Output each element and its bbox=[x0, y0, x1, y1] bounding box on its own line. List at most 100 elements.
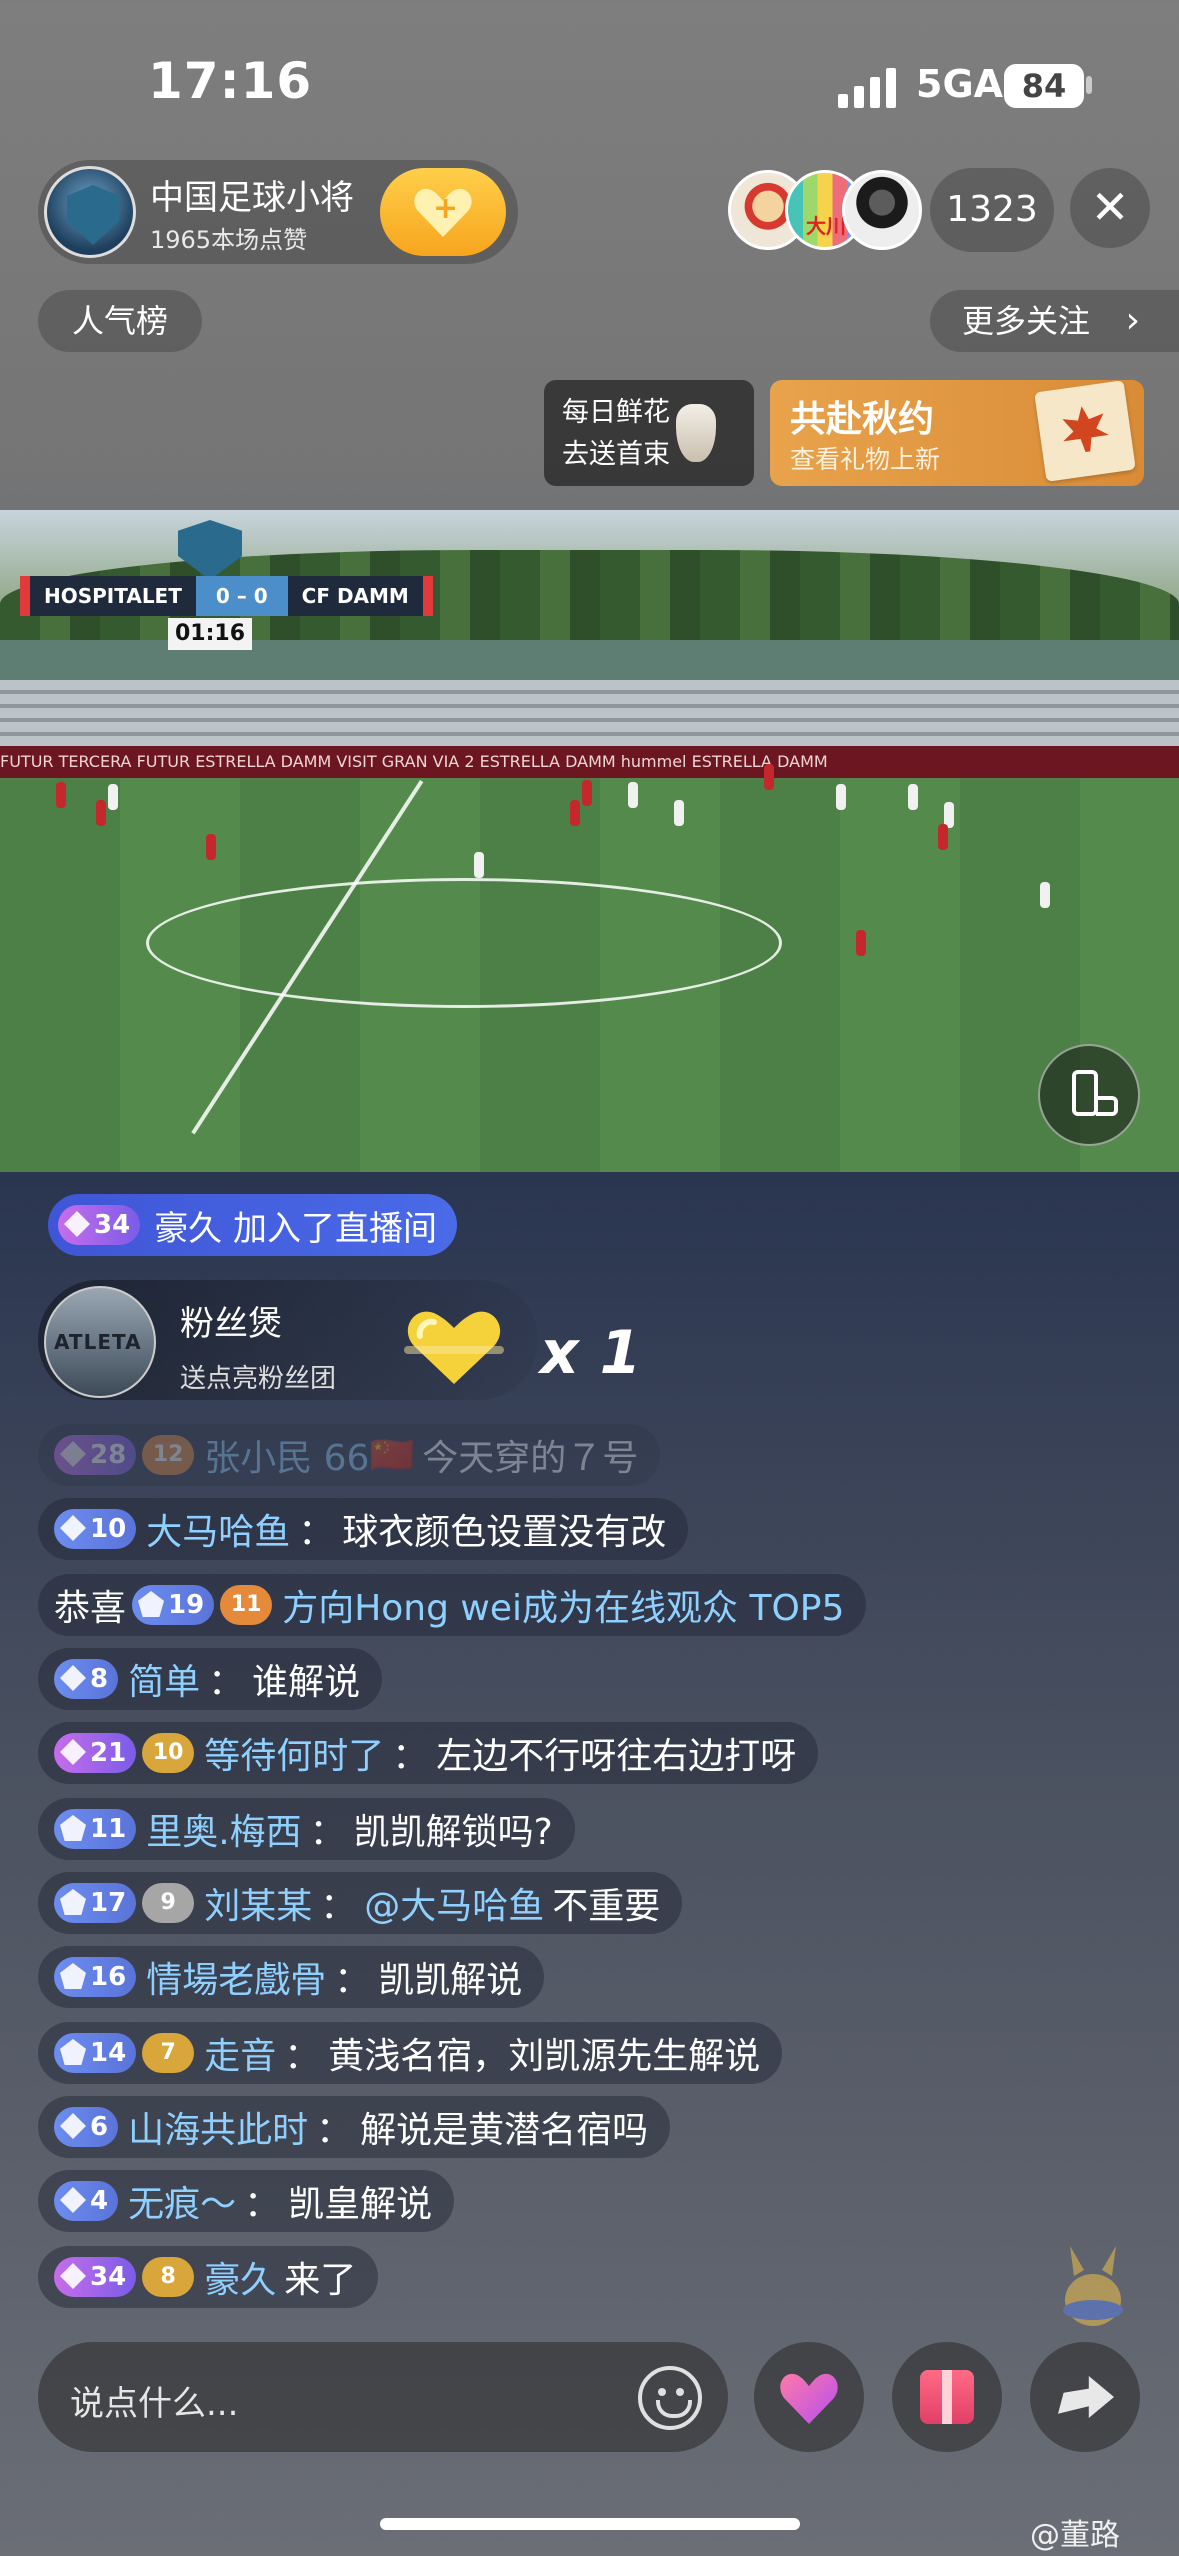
chat-message[interactable]: 10 大马哈鱼： 球衣颜色设置没有改 bbox=[38, 1498, 689, 1560]
chat-mention[interactable]: @大马哈鱼 bbox=[364, 1877, 544, 1929]
comment-placeholder[interactable]: 说点什么... bbox=[70, 2376, 238, 2425]
gift-sender-avatar[interactable]: ATLETA bbox=[44, 1286, 156, 1398]
player bbox=[856, 930, 866, 956]
signal-icon bbox=[838, 68, 896, 108]
gift-name: 粉丝煲 bbox=[180, 1304, 282, 1344]
chat-message[interactable]: 14 7 走音： 黄浅名宿，刘凯源先生解说 bbox=[38, 2022, 783, 2084]
chat-text: 来了 bbox=[284, 2260, 357, 2301]
player bbox=[582, 780, 592, 806]
chat-message[interactable]: 4 无痕～： 凯皇解说 bbox=[38, 2170, 455, 2232]
chat-username[interactable]: 豪久 bbox=[204, 2251, 276, 2303]
chat-message[interactable]: 28 12 张小民 66 🇨🇳 今天穿的７号 bbox=[38, 1424, 661, 1486]
user-level-badge: 8 bbox=[54, 1659, 119, 1699]
congrats-prefix: 恭喜 bbox=[54, 1588, 127, 1629]
chat-username[interactable]: 走音 bbox=[204, 2027, 276, 2079]
player bbox=[474, 852, 484, 878]
chat-username[interactable]: 方向Hong wei成为在线观众 TOP5 bbox=[282, 1579, 844, 1631]
ad-board: FUTUR TERCERA FUTUR ESTRELLA DAMM VISIT … bbox=[0, 746, 1179, 778]
close-button[interactable]: ✕ bbox=[1070, 168, 1150, 248]
join-notice: 34 豪久 加入了直播间 bbox=[48, 1194, 457, 1256]
chat-text: 凯凯解锁吗? bbox=[353, 1812, 553, 1853]
viewer-avatar[interactable] bbox=[842, 170, 922, 250]
watermark: @董路 bbox=[1030, 2518, 1120, 2553]
user-level-badge: 11 bbox=[54, 1809, 137, 1849]
score: 0 – 0 bbox=[195, 576, 288, 616]
chat-text: 左边不行呀往右边打呀 bbox=[436, 1736, 797, 1777]
chat-message[interactable]: 34 8 豪久 来了 bbox=[38, 2246, 379, 2308]
user-level-badge: 16 bbox=[54, 1957, 137, 1997]
home-team: HOSPITALET bbox=[30, 576, 196, 616]
player bbox=[206, 834, 216, 860]
chat-text: 球衣颜色设置没有改 bbox=[342, 1512, 667, 1553]
chat-message[interactable]: 11 里奥.梅西： 凯凯解锁吗? bbox=[38, 1798, 575, 1860]
battery-tip bbox=[1086, 76, 1092, 94]
away-team: CF DAMM bbox=[287, 576, 423, 616]
player bbox=[1040, 882, 1050, 908]
chat-message[interactable]: 8 简单： 谁解说 bbox=[38, 1648, 383, 1710]
chat-text: 今天穿的７号 bbox=[422, 1438, 639, 1479]
heart-icon bbox=[780, 2372, 838, 2424]
gift-count: x 1 bbox=[540, 1318, 642, 1388]
user-level-badge: 19 bbox=[132, 1585, 215, 1625]
more-follow-label: 更多关注 bbox=[962, 302, 1091, 340]
chat-message[interactable]: 17 9 刘某某： @大马哈鱼 不重要 bbox=[38, 1872, 683, 1934]
user-level-badge: 17 bbox=[54, 1883, 137, 1923]
chat-text: 凯凯解说 bbox=[378, 1960, 523, 2001]
fan-badge: 10 bbox=[142, 1733, 195, 1773]
viewer-count[interactable]: 1323 bbox=[930, 168, 1054, 252]
gift-button[interactable] bbox=[892, 2342, 1002, 2452]
chat-text: 谁解说 bbox=[252, 1662, 361, 1703]
network-type: 5GA bbox=[916, 62, 1004, 106]
join-user[interactable]: 豪久 bbox=[154, 1201, 222, 1250]
home-indicator[interactable] bbox=[380, 2518, 800, 2530]
chat-username[interactable]: 大马哈鱼 bbox=[146, 1503, 290, 1555]
more-follow-button[interactable]: 更多关注 › bbox=[930, 290, 1179, 352]
flower-subtitle: 去送首束 bbox=[562, 439, 670, 470]
player bbox=[628, 782, 638, 808]
fan-badge: 11 bbox=[220, 1585, 273, 1625]
battery-icon: 84 bbox=[1004, 64, 1084, 108]
maple-envelope-icon bbox=[1034, 380, 1136, 482]
like-button[interactable] bbox=[754, 2342, 864, 2452]
host-avatar[interactable] bbox=[44, 166, 136, 258]
fan-badge: 12 bbox=[142, 1435, 195, 1475]
rotate-screen-button[interactable] bbox=[1038, 1044, 1140, 1146]
chat-username[interactable]: 简单 bbox=[128, 1653, 200, 1705]
chevron-right-icon: › bbox=[1125, 300, 1140, 341]
emoji-icon[interactable] bbox=[638, 2366, 702, 2430]
player bbox=[908, 784, 918, 810]
user-level-badge: 14 bbox=[54, 2033, 137, 2073]
chat-text: 不重要 bbox=[552, 1886, 661, 1927]
chat-text: 解说是黄潜名宿吗 bbox=[360, 2110, 649, 2151]
player bbox=[674, 800, 684, 826]
chat-message[interactable]: 21 10 等待何时了： 左边不行呀往右边打呀 bbox=[38, 1722, 819, 1784]
chat-text: 黄浅名宿，刘凯源先生解说 bbox=[328, 2036, 761, 2077]
chat-message[interactable]: 6 山海共此时： 解说是黄潜名宿吗 bbox=[38, 2096, 671, 2158]
chat-username[interactable]: 情場老戲骨 bbox=[146, 1951, 326, 2003]
chat-username[interactable]: 里奥.梅西 bbox=[146, 1803, 301, 1855]
chat-text: 凯皇解说 bbox=[288, 2184, 433, 2225]
golden-heart-icon bbox=[404, 1311, 504, 1384]
player bbox=[938, 824, 948, 850]
chat-message[interactable]: 恭喜 19 11 方向Hong wei成为在线观众 TOP5 bbox=[38, 1574, 867, 1636]
chat-username[interactable]: 无痕～ bbox=[128, 2175, 236, 2227]
follow-button[interactable] bbox=[380, 168, 506, 256]
scoreboard: HOSPITALET 0 – 0 CF DAMM bbox=[20, 576, 433, 616]
viewer-avatar-text: 大川 bbox=[806, 214, 846, 238]
host-name[interactable]: 中国足球小将 bbox=[150, 170, 354, 219]
chat-username[interactable]: 张小民 66 bbox=[204, 1429, 369, 1481]
share-button[interactable] bbox=[1030, 2342, 1140, 2452]
user-level-badge: 28 bbox=[54, 1435, 137, 1475]
chat-username[interactable]: 山海共此时 bbox=[128, 2101, 308, 2153]
banner-subtitle: 查看礼物上新 bbox=[790, 445, 941, 474]
close-icon: ✕ bbox=[1090, 180, 1130, 234]
join-text: 加入了直播间 bbox=[233, 1208, 437, 1249]
chat-username[interactable]: 刘某某 bbox=[204, 1877, 312, 1929]
chat-username[interactable]: 等待何时了 bbox=[204, 1727, 384, 1779]
user-level-badge: 4 bbox=[54, 2181, 119, 2221]
user-level-badge: 21 bbox=[54, 1733, 137, 1773]
match-clock: 01:16 bbox=[168, 618, 252, 650]
chat-message[interactable]: 16 情場老戲骨： 凯凯解说 bbox=[38, 1946, 545, 2008]
popularity-rank-button[interactable]: 人气榜 bbox=[38, 290, 202, 352]
player bbox=[56, 782, 66, 808]
